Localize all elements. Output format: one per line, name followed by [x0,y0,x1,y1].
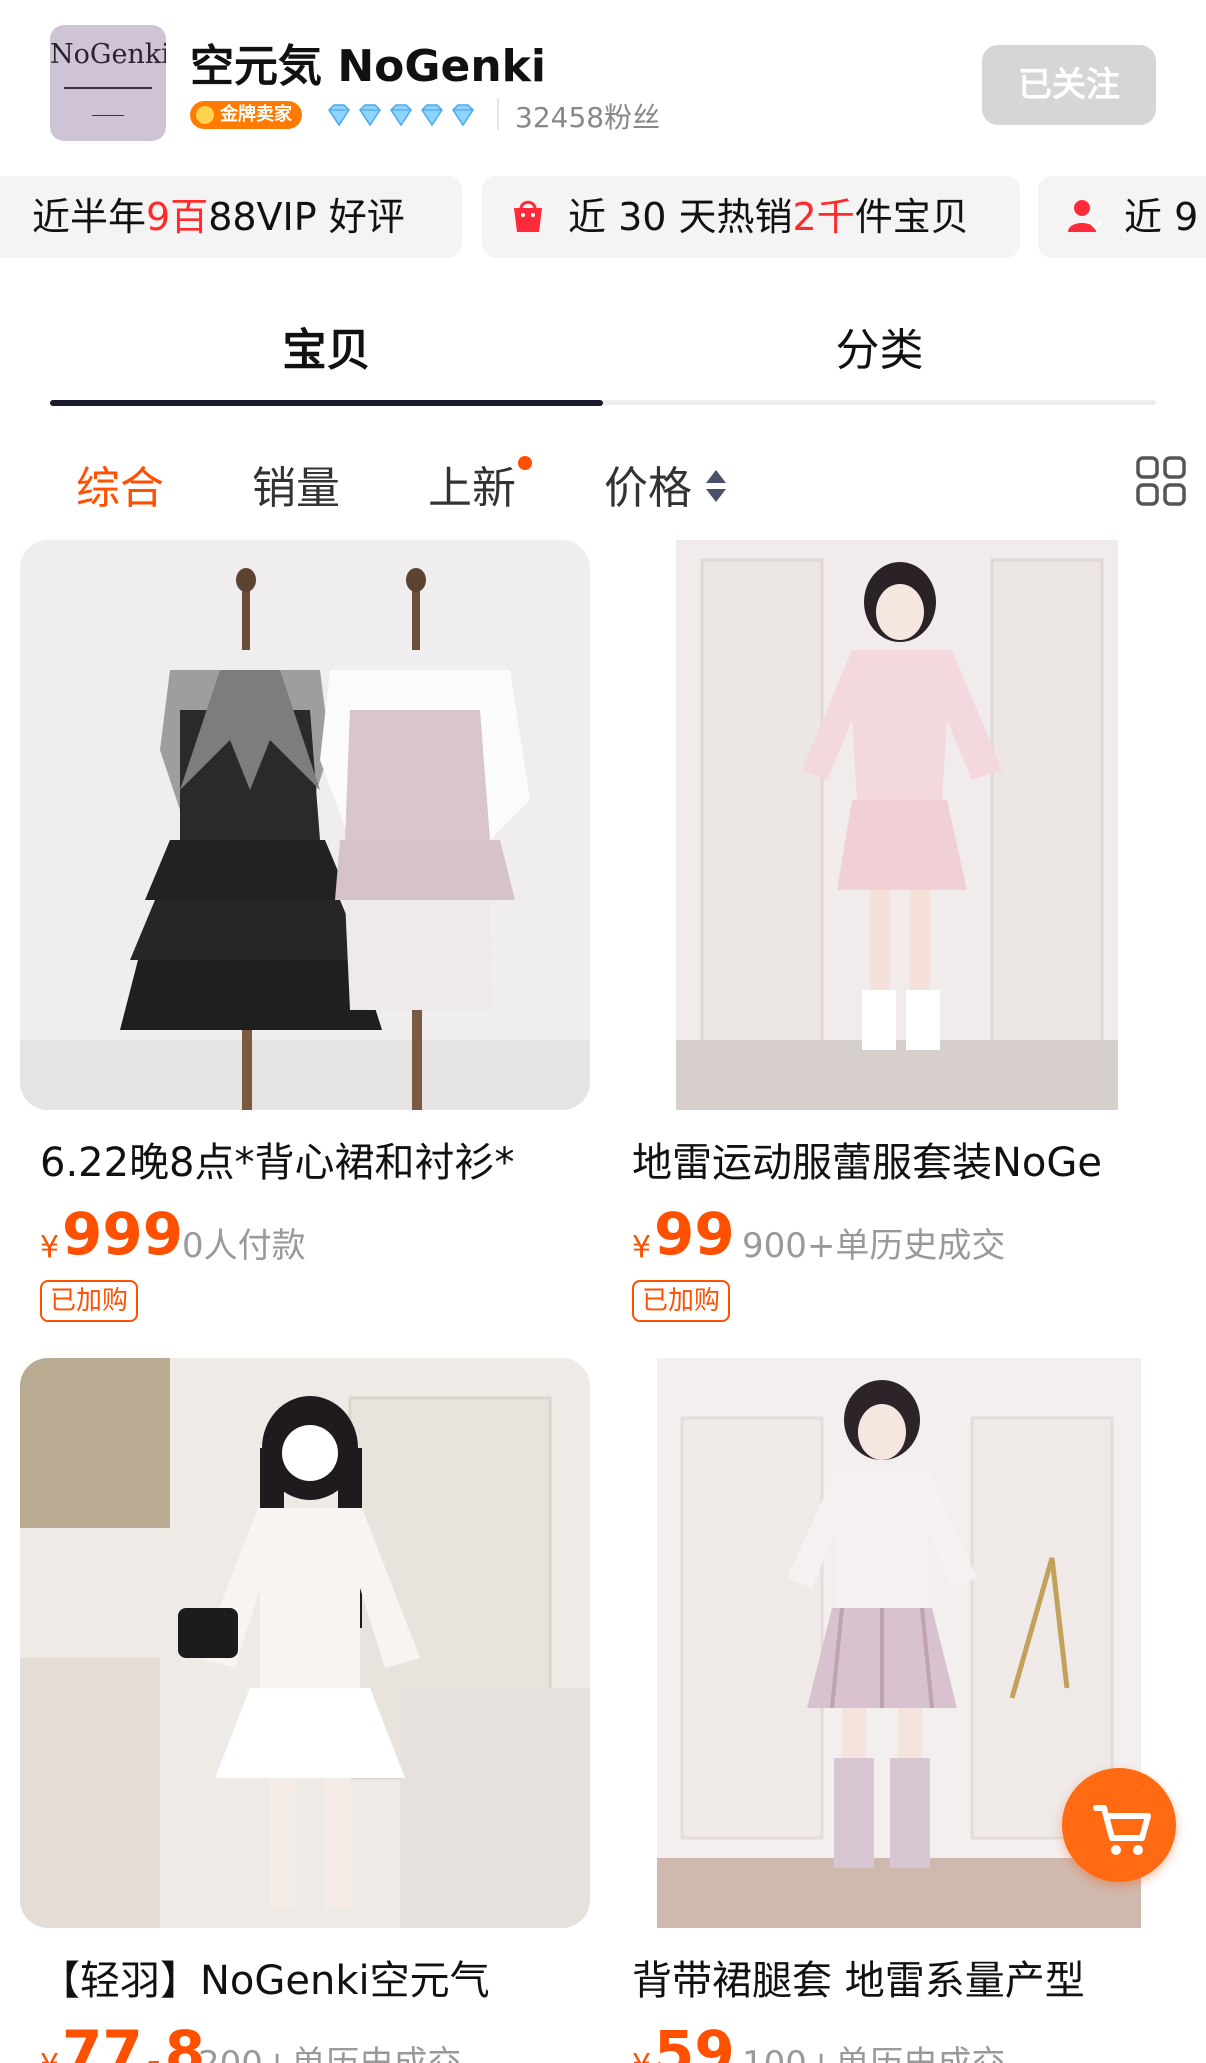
logo-ornament-small [92,115,124,116]
shop-page: NoGenki 空元気 NoGenki 金牌卖家 32458粉丝 已关注 近半年… [0,0,1206,2063]
product-title[interactable]: 背带裙腿套 地雷系量产型 [632,1948,1192,2006]
product-title[interactable]: 地雷运动服蕾服套装NoGe [632,1130,1192,1188]
sales-count: 100+单历史成交 [742,2036,1005,2063]
cart-floating-button[interactable] [1062,1768,1176,1882]
shopping-bag-icon [514,200,542,232]
logo-text: NoGenki [50,39,166,70]
product-photo-mannequins [20,540,590,1110]
shop-name[interactable]: 空元気 NoGenki [190,30,546,94]
added-to-cart-tag: 已加购 [40,1280,139,1322]
stat-text: 近 30 天热销 [568,195,793,239]
stat-chip-reviews[interactable]: 近半年9百88VIP 好评 [0,176,462,258]
grid-view-icon[interactable] [1134,454,1188,508]
product-image[interactable] [20,540,590,1110]
stat-highlight: 9百 [146,195,209,239]
sort-price[interactable]: 价格 [604,452,692,516]
gold-seller-badge: 金牌卖家 [190,101,302,129]
gold-medal-icon [196,106,214,124]
shop-logo[interactable]: NoGenki [50,25,166,141]
product-title[interactable]: 【轻羽】NoGenki空元气 [40,1948,600,2006]
follow-button[interactable]: 已关注 [982,45,1156,125]
sales-count: 200+单历史成交 [198,2036,461,2063]
stat-text: 近半年 [32,195,147,239]
currency-symbol: ¥ [632,1230,652,1265]
sales-count: 0人付款 [182,1226,306,1266]
product-image[interactable] [20,1358,590,1928]
sort-bar: 综合 销量 上新 价格 [0,440,1206,520]
diamond-icon [452,104,474,127]
sort-comprehensive[interactable]: 综合 [76,452,164,516]
sort-arrows-icon[interactable] [704,466,728,506]
new-indicator-dot [518,456,532,470]
price-value: 59 [654,2018,735,2063]
shopping-cart-icon [1093,1805,1151,1855]
price-value: 999 [62,1200,184,1268]
currency-symbol: ¥ [40,1230,60,1265]
logo-ornament [64,87,152,89]
tab-active-indicator [50,400,603,406]
stat-text: 近 9 [1124,195,1199,239]
shop-stats-strip[interactable]: 近半年9百88VIP 好评 近 30 天热销2千件宝贝 近 9 [0,176,1206,258]
stat-text: 88VIP 好评 [208,195,405,239]
fan-count: 32458粉丝 [515,101,661,134]
currency-symbol: ¥ [40,2048,59,2063]
diamond-icon [328,104,350,127]
sort-new[interactable]: 上新 [428,452,516,516]
diamond-icon [421,104,443,127]
price-value: 99 [654,1200,735,1268]
product-photo-white-dress [20,1358,590,1928]
shop-header: NoGenki 空元気 NoGenki 金牌卖家 32458粉丝 已关注 [0,0,1206,160]
tab-goods[interactable]: 宝贝 [50,314,603,378]
stat-chip-hot-sales[interactable]: 近 30 天热销2千件宝贝 [482,176,1020,258]
divider [497,98,499,130]
diamond-icon [390,104,412,127]
stat-text: 件宝贝 [854,195,969,239]
currency-symbol: ¥ [632,2048,651,2063]
user-heart-icon [1068,200,1104,232]
seller-rating-diamonds [325,101,477,129]
tab-categories[interactable]: 分类 [603,314,1156,378]
sort-sales[interactable]: 销量 [252,452,340,516]
price-value: 77.8 [62,2018,206,2063]
product-title[interactable]: 6.22晚8点*背心裙和衬衫* [40,1130,600,1188]
stat-highlight: 2千 [792,195,855,239]
badge-label: 金牌卖家 [220,104,292,125]
diamond-icon [359,104,381,127]
shop-tabs: 宝贝 分类 [50,300,1156,410]
stat-chip-customers[interactable]: 近 9 [1038,176,1206,258]
sales-count: 900+单历史成交 [742,1226,1006,1266]
product-image[interactable] [612,540,1182,1110]
product-photo-pink-tracksuit [612,540,1182,1110]
added-to-cart-tag: 已加购 [632,1280,731,1322]
